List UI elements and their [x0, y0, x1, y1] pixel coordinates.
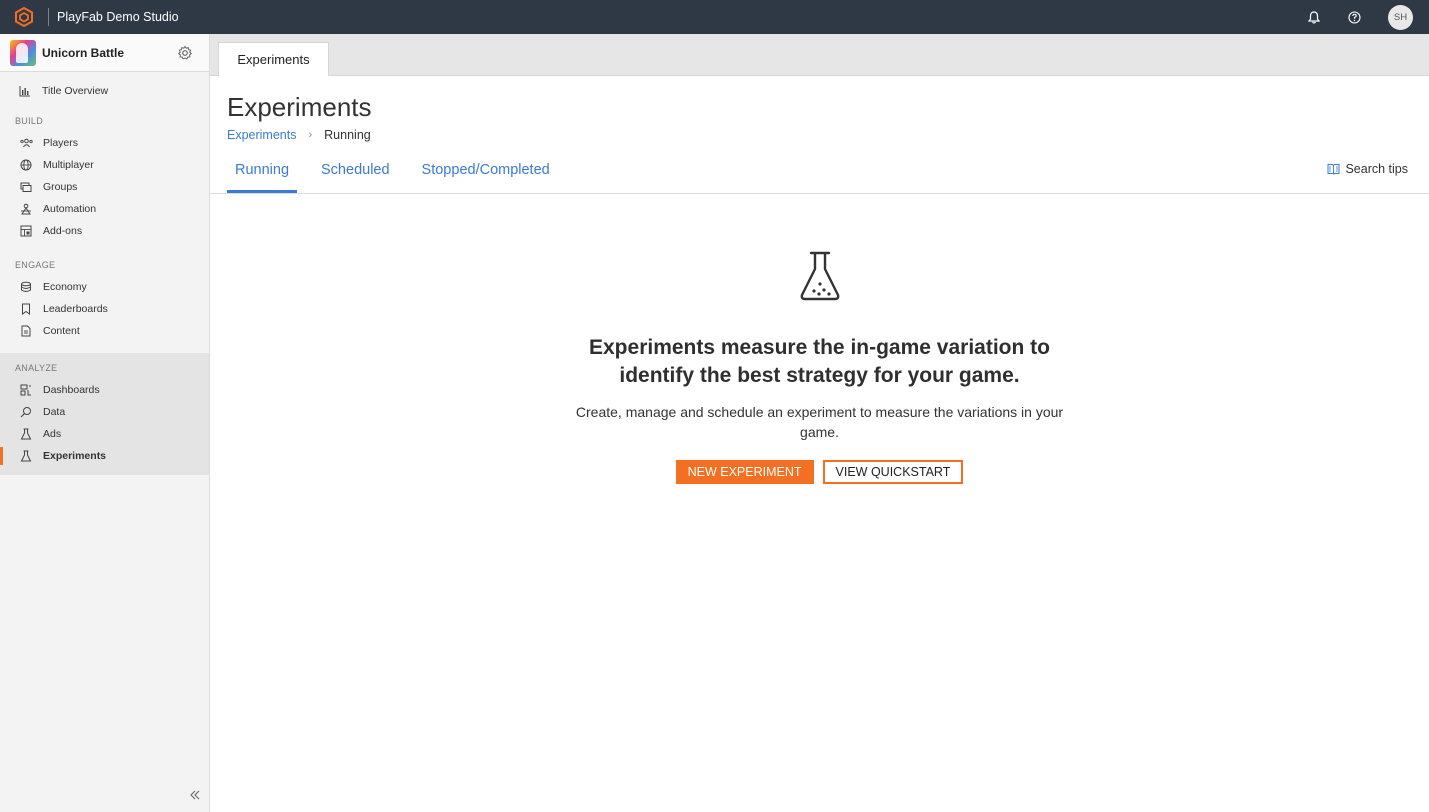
automation-icon: [19, 202, 33, 216]
economy-icon: [19, 280, 33, 294]
sidebar-item-add-ons[interactable]: Add-ons: [0, 220, 209, 242]
tab-running[interactable]: Running: [227, 154, 298, 193]
title-thumbnail: [10, 39, 36, 66]
tab-scheduled[interactable]: Scheduled: [313, 154, 398, 193]
addons-icon: [19, 224, 33, 238]
document-icon: [19, 324, 33, 338]
sidebar-item-label: Players: [43, 137, 79, 149]
sidebar-item-label: Ads: [43, 428, 62, 440]
players-icon: [19, 136, 33, 150]
bell-icon[interactable]: [1304, 7, 1324, 27]
help-icon[interactable]: [1344, 7, 1364, 27]
tab-stopped-completed[interactable]: Stopped/Completed: [414, 154, 558, 193]
sidebar-item-label: Data: [43, 406, 66, 418]
section-label-analyze: ANALYZE: [15, 363, 58, 373]
sidebar-item-label: Dashboards: [43, 384, 100, 396]
dashboard-icon: [19, 383, 33, 397]
sidebar-item-experiments[interactable]: Experiments: [0, 445, 209, 467]
sidebar-item-leaderboards[interactable]: Leaderboards: [0, 298, 209, 320]
groups-icon: [19, 180, 33, 194]
bookmark-icon: [19, 302, 33, 316]
book-icon: [1327, 163, 1340, 175]
new-experiment-button[interactable]: NEW EXPERIMENT: [675, 460, 814, 484]
sidebar-item-groups[interactable]: Groups: [0, 176, 209, 198]
empty-state-heading: Experiments measure the in-game variatio…: [589, 336, 1050, 387]
logo-divider: [48, 8, 49, 26]
sidebar-item-label: Content: [43, 325, 80, 337]
empty-state-subtext: Create, manage and schedule an experimen…: [575, 404, 1064, 440]
tab-strip: Experiments: [210, 34, 1429, 76]
analyze-section: ANALYZE Dashboards Data Ads Experiments: [0, 353, 209, 475]
sidebar-item-players[interactable]: Players: [0, 132, 209, 154]
search-tips-label: Search tips: [1345, 162, 1408, 176]
sidebar-item-label: Experiments: [43, 450, 107, 462]
globe-icon: [19, 158, 33, 172]
breadcrumb-link-experiments[interactable]: Experiments: [227, 128, 296, 142]
sidebar-item-title-overview[interactable]: Title Overview: [0, 80, 209, 102]
view-quickstart-button[interactable]: VIEW QUICKSTART: [822, 460, 964, 484]
page-title: Experiments: [227, 92, 372, 122]
subtabs: Running Scheduled Stopped/Completed: [227, 154, 568, 193]
sidebar-item-label: Multiplayer: [43, 159, 94, 171]
sidebar-item-ads[interactable]: Ads: [0, 423, 209, 445]
title-switcher[interactable]: Unicorn Battle: [0, 34, 209, 72]
breadcrumb: Experiments › Running: [227, 128, 371, 142]
section-label-engage: ENGAGE: [15, 260, 56, 270]
avatar[interactable]: SH: [1388, 4, 1413, 30]
sidebar-item-label: Automation: [43, 203, 97, 215]
bar-chart-icon: [18, 84, 32, 98]
sidebar: Unicorn Battle Title Overview BUILD Play…: [0, 34, 210, 812]
gear-icon[interactable]: [177, 45, 193, 61]
sidebar-item-content[interactable]: Content: [0, 320, 209, 342]
search-tips-link[interactable]: Search tips: [1327, 162, 1408, 176]
breadcrumb-current: Running: [324, 128, 371, 142]
top-bar: PlayFab Demo Studio SH: [0, 0, 1429, 34]
flask-icon: [800, 251, 839, 301]
chevron-right-icon: ›: [308, 129, 313, 141]
sidebar-item-label: Groups: [43, 181, 78, 193]
sidebar-item-label: Leaderboards: [43, 303, 108, 315]
sidebar-item-economy[interactable]: Economy: [0, 276, 209, 298]
empty-state: Experiments measure the in-game variatio…: [210, 250, 1429, 484]
collapse-sidebar-icon[interactable]: [188, 788, 202, 802]
subtabs-divider: [210, 193, 1429, 194]
flask-icon: [19, 449, 33, 463]
sidebar-item-multiplayer[interactable]: Multiplayer: [0, 154, 209, 176]
tab-experiments[interactable]: Experiments: [218, 42, 329, 76]
sidebar-item-data[interactable]: Data: [0, 401, 209, 423]
section-label-build: BUILD: [15, 116, 44, 126]
title-name: Unicorn Battle: [42, 45, 125, 60]
studio-name[interactable]: PlayFab Demo Studio: [57, 10, 179, 24]
playfab-logo-icon[interactable]: [0, 0, 48, 34]
sidebar-item-label: Add-ons: [43, 225, 83, 237]
sidebar-item-automation[interactable]: Automation: [0, 198, 209, 220]
sidebar-item-dashboards[interactable]: Dashboards: [0, 379, 209, 401]
main-content: Experiments Experiments Experiments › Ru…: [210, 34, 1429, 812]
sidebar-item-label: Title Overview: [42, 85, 109, 97]
data-icon: [19, 405, 33, 419]
flask-icon: [19, 427, 33, 441]
sidebar-item-label: Economy: [43, 281, 87, 293]
